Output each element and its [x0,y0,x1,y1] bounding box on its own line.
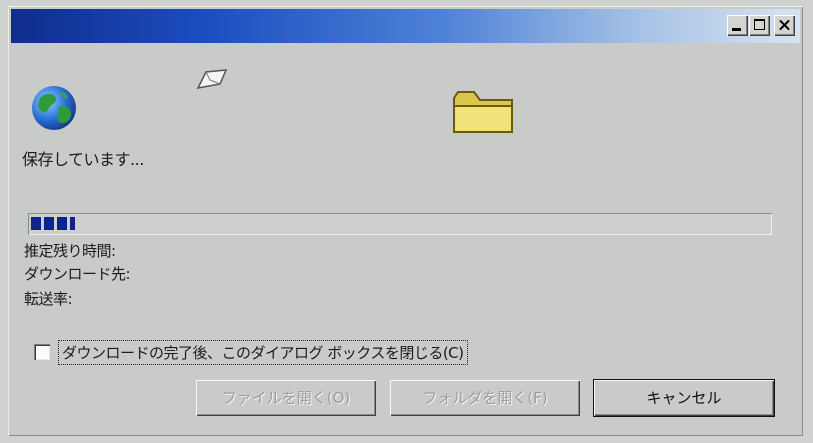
title-bar[interactable] [11,9,800,43]
open-folder-button[interactable]: フォルダを開く(F) [390,380,580,416]
close-when-done-label[interactable]: ダウンロードの完了後、このダイアログ ボックスを閉じる(C) [58,340,468,365]
open-file-button[interactable]: ファイルを開く(O) [196,380,376,416]
progress-fill [31,217,75,230]
minimize-button[interactable] [727,15,748,36]
folder-icon [453,91,513,133]
flying-document-icon [196,69,228,90]
transfer-rate-label: 転送率: [24,290,73,308]
download-progress-bar [28,213,772,235]
close-when-done-checkbox[interactable] [34,344,50,360]
destination-label: ダウンロード先: [24,265,131,283]
cancel-button[interactable]: キャンセル [594,380,774,416]
status-text: 保存しています... [22,150,144,169]
globe-icon [32,86,76,130]
eta-label: 推定残り時間: [24,242,116,260]
close-button[interactable] [774,15,795,36]
maximize-button[interactable] [749,15,770,36]
